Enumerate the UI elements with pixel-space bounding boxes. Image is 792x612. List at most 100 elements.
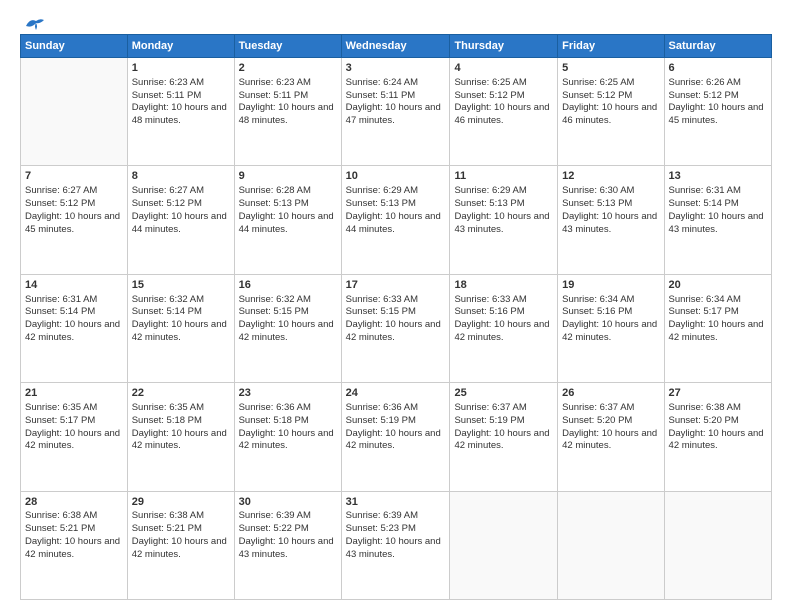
table-row: 26Sunrise: 6:37 AM Sunset: 5:20 PM Dayligh… [558, 383, 664, 491]
day-number: 18 [454, 278, 553, 293]
header-thursday: Thursday [450, 35, 558, 58]
sunset-text: Sunset: 5:12 PM [562, 90, 632, 101]
daylight-text: Daylight: 10 hours and 43 minutes. [669, 211, 764, 235]
sunrise-text: Sunrise: 6:27 AM [132, 185, 204, 196]
table-row: 22Sunrise: 6:35 AMSunset: 5:18 PMDayligh… [127, 383, 234, 491]
sunrise-text: Sunrise: 6:31 AM [669, 185, 741, 196]
day-number: 9 [239, 169, 337, 184]
day-number: 25 [454, 386, 553, 401]
day-number: 4 [454, 61, 553, 76]
daylight-text: Daylight: 10 hours and 42 minutes. [562, 319, 657, 343]
logo-bird-icon [24, 16, 46, 34]
sunset-text: Sunset: 5:13 PM [562, 198, 632, 209]
daylight-text: Daylight: 10 hours and 48 minutes. [132, 102, 227, 126]
sunrise-text: Sunrise: 6:27 AM [25, 185, 97, 196]
sunrise-text: Sunrise: 6:37 AM [454, 402, 526, 413]
day-number: 1 [132, 61, 230, 76]
day-number: 16 [239, 278, 337, 293]
daylight-text: Daylight: 10 hours and 42 minutes. [346, 319, 441, 343]
sunrise-text: Sunrise: 6:37 AM [562, 402, 634, 413]
day-number: 17 [346, 278, 446, 293]
header-saturday: Saturday [664, 35, 771, 58]
table-row: 17Sunrise: 6:33 AMSunset: 5:15 PMDayligh… [341, 274, 450, 382]
table-row: 2Sunrise: 6:23 AMSunset: 5:11 PMDaylight… [234, 58, 341, 166]
sunset-text: Sunset: 5:19 PM [346, 415, 416, 426]
day-number: 8 [132, 169, 230, 184]
day-number: 21 [25, 386, 123, 401]
daylight-text: Daylight: 10 hours and 42 minutes. [239, 428, 334, 452]
day-number: 29 [132, 495, 230, 510]
table-row: 19Sunrise: 6:34 AMSunset: 5:16 PMDayligh… [558, 274, 664, 382]
day-number: 12 [562, 169, 659, 184]
table-row [558, 491, 664, 599]
sunset-text: Sunset: 5:15 PM [239, 306, 309, 317]
sunrise-text: Sunrise: 6:23 AM [132, 77, 204, 88]
daylight-text: Daylight: 10 hours and 45 minutes. [25, 211, 120, 235]
day-number: 23 [239, 386, 337, 401]
header-sunday: Sunday [21, 35, 128, 58]
sunrise-text: Sunrise: 6:39 AM [346, 510, 418, 521]
daylight-text: Daylight: 10 hours and 43 minutes. [239, 536, 334, 560]
sunset-text: Sunset: 5:21 PM [25, 523, 95, 534]
daylight-text: Daylight: 10 hours and 43 minutes. [454, 211, 549, 235]
day-number: 10 [346, 169, 446, 184]
daylight-text: Daylight: 10 hours and 42 minutes. [669, 319, 764, 343]
daylight-text: Daylight: 10 hours and 43 minutes. [562, 211, 657, 235]
sunset-text: Sunset: 5:18 PM [239, 415, 309, 426]
day-number: 6 [669, 61, 767, 76]
table-row [664, 491, 771, 599]
calendar-week-row: 21Sunrise: 6:35 AM Sunset: 5:17 PM Dayligh… [21, 383, 772, 491]
sunset-text: Sunset: 5:23 PM [346, 523, 416, 534]
table-row: 16Sunrise: 6:32 AMSunset: 5:15 PMDayligh… [234, 274, 341, 382]
table-row [21, 58, 128, 166]
sunrise-text: Sunrise: 6:24 AM [346, 77, 418, 88]
day-number: 26 [562, 386, 659, 401]
table-row: 18Sunrise: 6:33 AMSunset: 5:16 PMDayligh… [450, 274, 558, 382]
daylight-text: Daylight: 10 hours and 42 minutes. [454, 428, 549, 452]
table-row: 4Sunrise: 6:25 AMSunset: 5:12 PMDaylight… [450, 58, 558, 166]
sunrise-text: Sunrise: 6:36 AM [346, 402, 418, 413]
day-number: 7 [25, 169, 123, 184]
header-monday: Monday [127, 35, 234, 58]
header-friday: Friday [558, 35, 664, 58]
sunrise-text: Sunrise: 6:36 AM [239, 402, 311, 413]
day-number: 24 [346, 386, 446, 401]
table-row: 14Sunrise: 6:31 AMSunset: 5:14 PMDayligh… [21, 274, 128, 382]
table-row: 13Sunrise: 6:31 AMSunset: 5:14 PMDayligh… [664, 166, 771, 274]
sunrise-text: Sunrise: 6:30 AM [562, 185, 634, 196]
sunrise-text: Sunrise: 6:28 AM [239, 185, 311, 196]
table-row: 12Sunrise: 6:30 AM Sunset: 5:13 PM Dayligh… [558, 166, 664, 274]
day-number: 11 [454, 169, 553, 184]
daylight-text: Daylight: 10 hours and 42 minutes. [132, 536, 227, 560]
sunrise-text: Sunrise: 6:25 AM [454, 77, 526, 88]
sunset-text: Sunset: 5:16 PM [454, 306, 524, 317]
page: Sunday Monday Tuesday Wednesday Thursday… [0, 0, 792, 612]
sunrise-text: Sunrise: 6:32 AM [239, 294, 311, 305]
sunset-text: Sunset: 5:20 PM [562, 415, 632, 426]
day-number: 13 [669, 169, 767, 184]
sunset-text: Sunset: 5:21 PM [132, 523, 202, 534]
table-row: 28Sunrise: 6:38 AMSunset: 5:21 PMDayligh… [21, 491, 128, 599]
table-row: 11Sunrise: 6:29 AMSunset: 5:13 PMDayligh… [450, 166, 558, 274]
daylight-text: Daylight: 10 hours and 42 minutes. [346, 428, 441, 452]
table-row: 24Sunrise: 6:36 AM Sunset: 5:19 PM Dayligh… [341, 383, 450, 491]
day-number: 3 [346, 61, 446, 76]
daylight-text: Daylight: 10 hours and 42 minutes. [562, 428, 657, 452]
sunset-text: Sunset: 5:13 PM [239, 198, 309, 209]
sunrise-text: Sunrise: 6:35 AM [25, 402, 97, 413]
daylight-text: Daylight: 10 hours and 45 minutes. [669, 102, 764, 126]
sunset-text: Sunset: 5:17 PM [25, 415, 95, 426]
daylight-text: Daylight: 10 hours and 42 minutes. [25, 536, 120, 560]
daylight-text: Daylight: 10 hours and 46 minutes. [562, 102, 657, 126]
calendar-week-row: 14Sunrise: 6:31 AMSunset: 5:14 PMDayligh… [21, 274, 772, 382]
sunset-text: Sunset: 5:13 PM [454, 198, 524, 209]
sunset-text: Sunset: 5:12 PM [669, 90, 739, 101]
table-row: 9Sunrise: 6:28 AMSunset: 5:13 PMDaylight… [234, 166, 341, 274]
sunrise-text: Sunrise: 6:38 AM [669, 402, 741, 413]
calendar-week-row: 1Sunrise: 6:23 AMSunset: 5:11 PMDaylight… [21, 58, 772, 166]
sunset-text: Sunset: 5:12 PM [25, 198, 95, 209]
header-tuesday: Tuesday [234, 35, 341, 58]
day-number: 14 [25, 278, 123, 293]
table-row: 5Sunrise: 6:25 AMSunset: 5:12 PMDaylight… [558, 58, 664, 166]
sunrise-text: Sunrise: 6:32 AM [132, 294, 204, 305]
